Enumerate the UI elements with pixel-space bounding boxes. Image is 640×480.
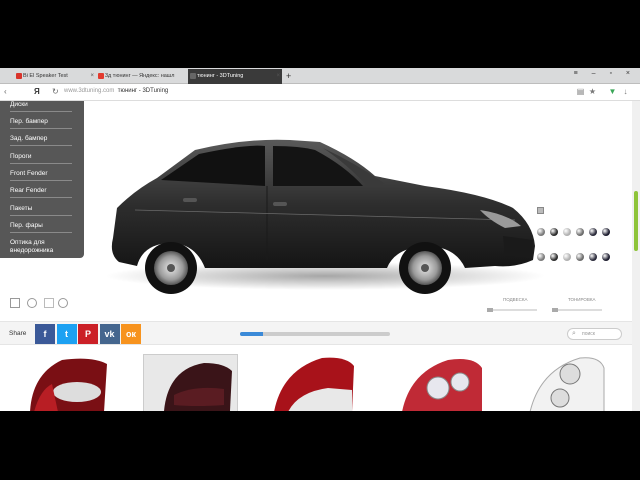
yandex-logo-icon[interactable]: Я [34,87,40,96]
taillight-option[interactable] [22,354,117,411]
bookmark-star-icon[interactable]: ★ [588,87,597,96]
paint-swatch[interactable] [550,253,558,261]
paint-swatch[interactable] [576,253,584,261]
page-scrollbar[interactable] [632,101,640,411]
paint-swatch[interactable] [589,228,597,236]
download-icon[interactable]: ↓ [621,87,630,96]
share-bar: Share f t Pvk ок ⌕ поиск [0,321,632,345]
reader-icon[interactable]: ▤ [576,87,585,96]
window-controls[interactable]: ≡ – ▫ × [574,70,636,77]
menu-item-headlights[interactable]: Пер. фары [10,222,72,233]
paint-swatch[interactable] [537,253,545,261]
headlight-option[interactable] [520,354,615,411]
facebook-button[interactable]: f [35,324,55,344]
back-icon[interactable]: ‹ [4,87,7,96]
paint-swatch[interactable] [602,228,610,236]
browser-window: Bi El Speaker Test × 3д тюнинг — Яндекс:… [0,68,640,411]
tab-favicon [190,73,196,79]
tint-label: ТОНИРОВКА [568,297,596,302]
share-label: Share [9,330,27,337]
tab-bar: Bi El Speaker Test × 3д тюнинг — Яндекс:… [0,68,640,84]
suspension-slider-knob[interactable] [487,308,493,312]
close-icon[interactable]: × [90,69,94,84]
menu-item-rear-fender[interactable]: Rear Fender [10,187,72,198]
menu-item-rear-bumper[interactable]: Зад. бампер [10,135,72,146]
tab-label: 3д тюнинг — Яндекс: нашл [105,73,175,79]
menu-item-offroad-lights[interactable]: Оптика для внедорожника [10,239,72,257]
paint-swatch[interactable] [550,228,558,236]
tint-slider[interactable] [552,309,602,311]
url-field[interactable]: www.3dtuning.com тюнинг - 3DTuning [64,88,168,94]
menu-item-front-fender[interactable]: Front Fender [10,170,72,181]
address-bar: ‹ Я ↻ www.3dtuning.com тюнинг - 3DTuning… [0,84,640,101]
suspension-label: ПОДВЕСКА [503,297,528,302]
taillight-option[interactable] [398,354,493,411]
tab-yandex[interactable]: 3д тюнинг — Яндекс: нашл [96,69,186,84]
parts-gallery [0,346,632,411]
taillight-option-selected[interactable] [143,354,238,411]
tab-speaker-test[interactable]: Bi El Speaker Test × [14,69,96,84]
door-handle [273,202,287,206]
view-icon[interactable] [44,298,54,308]
car-3d-view[interactable] [95,128,545,298]
progress-fill [240,332,263,336]
pinterest-button[interactable]: P [78,324,98,344]
tab-label: Bi El Speaker Test [23,73,68,79]
door-handle [183,198,197,202]
twitter-button[interactable]: t [56,324,77,344]
search-icon: ⌕ [572,330,576,337]
url-title: тюнинг - 3DTuning [117,88,169,94]
tab-favicon [16,73,22,79]
rotate-icon[interactable] [27,298,37,308]
vk-button[interactable]: vk [99,324,120,344]
paint-swatch[interactable] [537,228,545,236]
paint-swatch[interactable] [563,253,571,261]
search-input[interactable]: ⌕ поиск [567,328,622,340]
odnoklassniki-button[interactable]: ок [121,324,141,344]
scroll-thumb[interactable] [634,191,638,251]
paint-bucket-icon[interactable] [537,207,544,214]
front-wheel [399,242,451,294]
taillight-option[interactable] [268,354,363,411]
shield-icon[interactable]: ▼ [608,87,617,96]
close-icon[interactable]: × [276,69,280,84]
rear-wheel [145,242,197,294]
suspension-slider[interactable] [487,309,537,311]
paint-swatch[interactable] [589,253,597,261]
new-tab-button[interactable]: + [286,69,291,83]
tint-slider-knob[interactable] [552,308,558,312]
steering-wheel-icon[interactable] [58,298,68,308]
search-placeholder: поиск [582,331,595,337]
paint-swatch[interactable] [563,228,571,236]
paint-swatch[interactable] [576,228,584,236]
menu-item-front-bumper[interactable]: Пер. бампер [10,118,72,129]
loading-progress [240,332,390,336]
menu-item-side-skirts[interactable]: Пороги [10,153,72,164]
menu-item-wheels[interactable]: Диски [10,101,72,112]
parts-menu: Диски Пер. бампер Зад. бампер Пороги Fro… [0,101,84,258]
reload-icon[interactable]: ↻ [52,87,59,96]
tab-label: тюнинг - 3DTuning [197,73,244,79]
paint-swatch[interactable] [602,253,610,261]
tab-favicon [98,73,104,79]
tab-3dtuning[interactable]: тюнинг - 3DTuning × [188,69,282,84]
url-host: www.3dtuning.com [64,88,115,94]
image-icon[interactable] [10,298,20,308]
menu-item-packages[interactable]: Пакеты [10,205,72,216]
